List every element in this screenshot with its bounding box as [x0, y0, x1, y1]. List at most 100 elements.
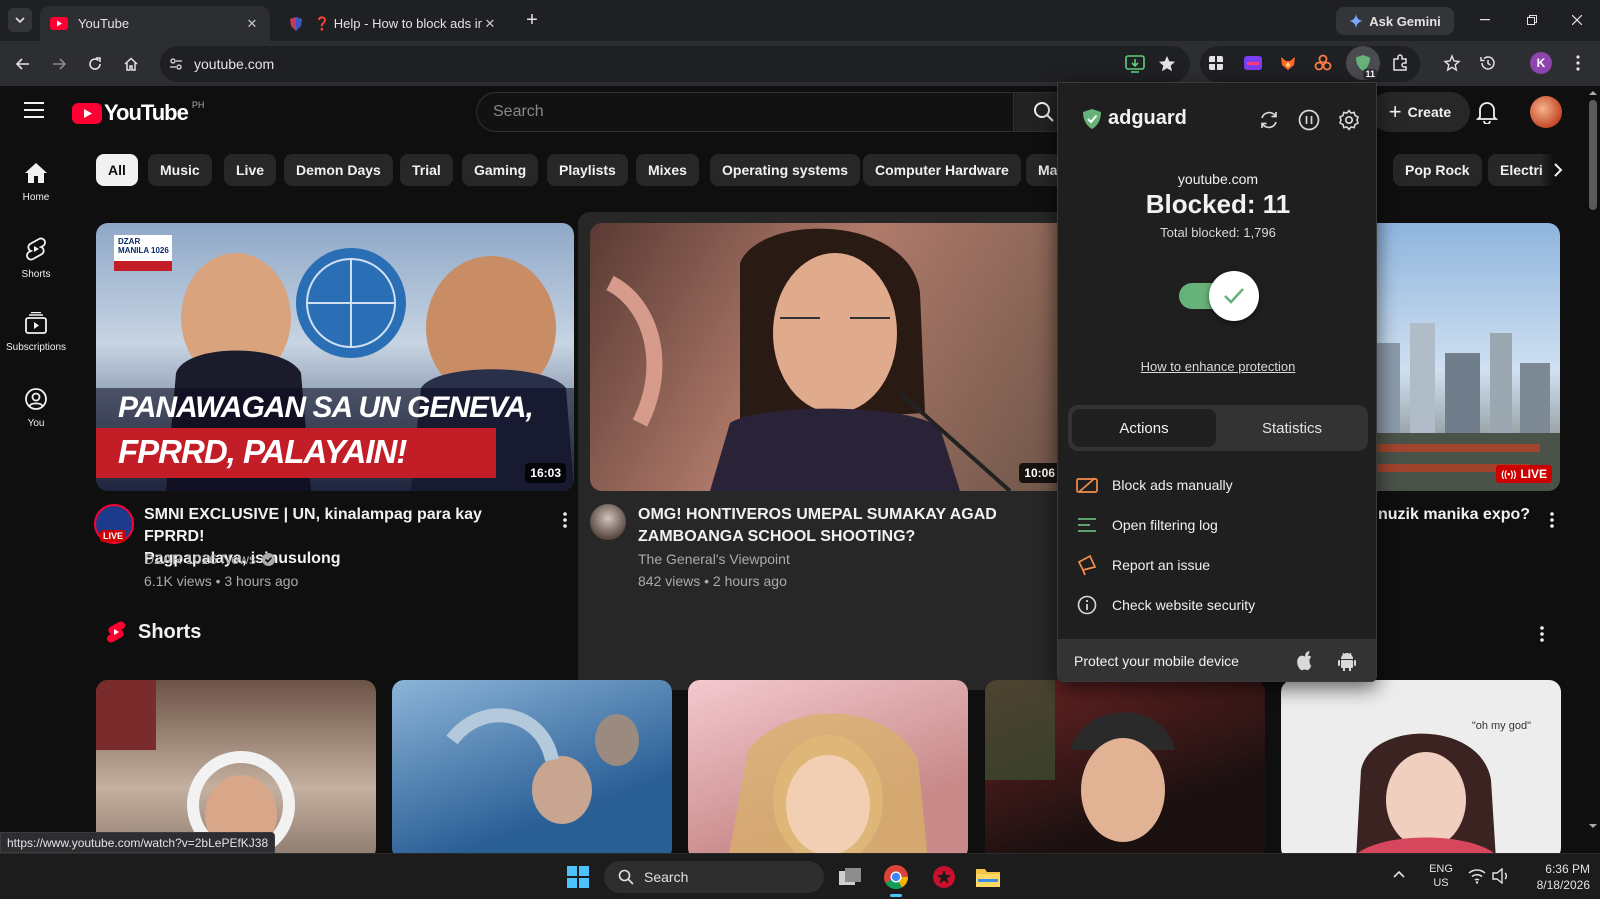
- action-block-ads-manually[interactable]: Block ads manually: [1076, 473, 1233, 497]
- video-menu-icon[interactable]: [553, 508, 577, 532]
- enhance-protection-link[interactable]: How to enhance protection: [1058, 359, 1376, 374]
- action-open-filtering-log[interactable]: Open filtering log: [1076, 513, 1218, 537]
- short-thumbnail[interactable]: "oh my god": [1281, 680, 1561, 853]
- chip-computer-hardware[interactable]: Computer Hardware: [863, 154, 1021, 186]
- adguard-refresh-button[interactable]: [1256, 107, 1282, 133]
- language-indicator[interactable]: ENG US: [1424, 862, 1458, 890]
- channel-avatar[interactable]: [590, 504, 626, 540]
- apple-icon[interactable]: [1296, 651, 1314, 671]
- chip-demon-days[interactable]: Demon Days: [284, 154, 393, 186]
- hamburger-menu-icon[interactable]: [24, 102, 48, 126]
- create-button[interactable]: + Create: [1370, 92, 1470, 132]
- channel-name[interactable]: The General's Viewpoint: [638, 548, 790, 570]
- short-thumbnail[interactable]: [392, 680, 672, 853]
- short-thumbnail[interactable]: [688, 680, 968, 853]
- chip-operating-systems[interactable]: Operating systems: [710, 154, 861, 186]
- search-input[interactable]: Search: [476, 92, 1014, 132]
- active-app-indicator: [890, 894, 902, 897]
- nav-home[interactable]: Home: [0, 162, 72, 203]
- taskbar-search[interactable]: Search: [604, 861, 824, 893]
- protection-toggle[interactable]: [1179, 269, 1259, 321]
- youtube-logo[interactable]: YouTube PH: [72, 100, 204, 126]
- file-explorer-button[interactable]: [972, 861, 1004, 893]
- tab-search-button[interactable]: [8, 8, 32, 32]
- ext-media-icon[interactable]: [1241, 51, 1265, 75]
- live-badge: ((•)) LIVE: [1496, 465, 1552, 483]
- nav-subscriptions[interactable]: Subscriptions: [0, 312, 72, 353]
- thumbnail-headline-2: FPRRD, PALAYAIN!: [118, 433, 407, 470]
- task-view-button[interactable]: [834, 861, 866, 893]
- short-thumbnail[interactable]: [96, 680, 376, 853]
- chips-next-button[interactable]: [1540, 152, 1576, 188]
- chip-gaming[interactable]: Gaming: [462, 154, 539, 186]
- minimize-button[interactable]: [1470, 10, 1500, 30]
- notifications-bell-icon[interactable]: [1476, 100, 1500, 124]
- adguard-footer[interactable]: Protect your mobile device: [1058, 639, 1376, 681]
- tab-youtube[interactable]: YouTube ✕: [40, 6, 270, 41]
- video-title[interactable]: nuzik manika expo?: [1378, 504, 1530, 526]
- app-taskbar-button[interactable]: [928, 861, 960, 893]
- shorts-menu-icon[interactable]: [1530, 622, 1554, 646]
- home-button[interactable]: [116, 49, 146, 79]
- page-scrollbar[interactable]: [1586, 86, 1600, 853]
- video-title[interactable]: OMG! HONTIVEROS UMEPAL SUMAKAY AGAD ZAMB…: [638, 504, 1038, 548]
- site-info-icon[interactable]: [168, 56, 184, 72]
- browser-menu-icon[interactable]: [1566, 51, 1590, 75]
- nav-you[interactable]: You: [0, 388, 72, 429]
- address-bar[interactable]: youtube.com: [160, 46, 1190, 82]
- history-icon[interactable]: [1476, 51, 1500, 75]
- wifi-icon[interactable]: [1468, 868, 1486, 884]
- adguard-settings-button[interactable]: [1336, 107, 1362, 133]
- account-avatar[interactable]: [1530, 96, 1562, 128]
- tab-statistics[interactable]: Statistics: [1220, 409, 1364, 447]
- action-check-website-security[interactable]: Check website security: [1076, 593, 1255, 617]
- reload-button[interactable]: [80, 49, 110, 79]
- adguard-extension-button[interactable]: 11: [1346, 46, 1380, 80]
- extensions-puzzle-icon[interactable]: [1388, 51, 1412, 75]
- video-thumbnail[interactable]: DZAR MANILA 1026 PANAWAGAN SA UN GENEVA,…: [96, 223, 574, 491]
- restore-button[interactable]: [1517, 10, 1547, 30]
- show-hidden-icons[interactable]: [1392, 869, 1406, 879]
- back-button[interactable]: [8, 49, 38, 79]
- reading-list-icon[interactable]: [1440, 51, 1464, 75]
- volume-icon[interactable]: [1492, 868, 1510, 884]
- youtube-logo-text: YouTube: [104, 100, 189, 125]
- android-icon[interactable]: [1338, 651, 1356, 671]
- forward-button[interactable]: [44, 49, 74, 79]
- clock[interactable]: 6:36 PM 8/18/2026: [1514, 861, 1590, 893]
- chip-all[interactable]: All: [96, 154, 138, 186]
- close-tab-icon[interactable]: ✕: [244, 16, 260, 32]
- tab-actions[interactable]: Actions: [1072, 409, 1216, 447]
- bookmark-star-icon[interactable]: [1158, 55, 1176, 73]
- adguard-pause-button[interactable]: [1296, 107, 1322, 133]
- ext-grid-icon[interactable]: [1204, 51, 1228, 75]
- ext-ring-icon[interactable]: [1311, 51, 1335, 75]
- video-thumbnail[interactable]: 10:06: [590, 223, 1068, 491]
- tab-statistics-label: Statistics: [1261, 419, 1322, 437]
- close-tab-icon[interactable]: ✕: [482, 16, 498, 32]
- profile-avatar[interactable]: K: [1530, 52, 1552, 74]
- short-thumbnail[interactable]: [985, 680, 1265, 853]
- chip-playlists[interactable]: Playlists: [547, 154, 628, 186]
- channel-name[interactable]: DZAR 1026 News: [144, 548, 276, 570]
- start-button[interactable]: [562, 861, 594, 893]
- chip-pop-rock[interactable]: Pop Rock: [1393, 154, 1482, 186]
- adguard-shield-favicon-icon: [290, 16, 302, 31]
- chip-trial[interactable]: Trial: [400, 154, 453, 186]
- chip-music[interactable]: Music: [148, 154, 212, 186]
- new-tab-button[interactable]: +: [520, 8, 544, 32]
- chrome-taskbar-button[interactable]: [880, 861, 912, 897]
- scroll-up-icon[interactable]: [1586, 88, 1600, 98]
- video-menu-icon[interactable]: [1540, 508, 1564, 532]
- chip-live[interactable]: Live: [224, 154, 277, 186]
- scrollbar-thumb[interactable]: [1589, 100, 1597, 210]
- nav-shorts[interactable]: Shorts: [0, 237, 72, 280]
- ask-gemini-button[interactable]: Ask Gemini: [1336, 7, 1454, 35]
- install-app-icon[interactable]: [1125, 55, 1145, 73]
- chip-mixes[interactable]: Mixes: [636, 154, 699, 186]
- tab-help[interactable]: ❓ Help - How to block ads in g ✕: [278, 6, 508, 41]
- close-window-button[interactable]: [1562, 10, 1592, 30]
- action-report-issue[interactable]: Report an issue: [1076, 553, 1210, 577]
- scroll-down-icon[interactable]: [1586, 821, 1600, 831]
- ext-fox-icon[interactable]: [1276, 51, 1300, 75]
